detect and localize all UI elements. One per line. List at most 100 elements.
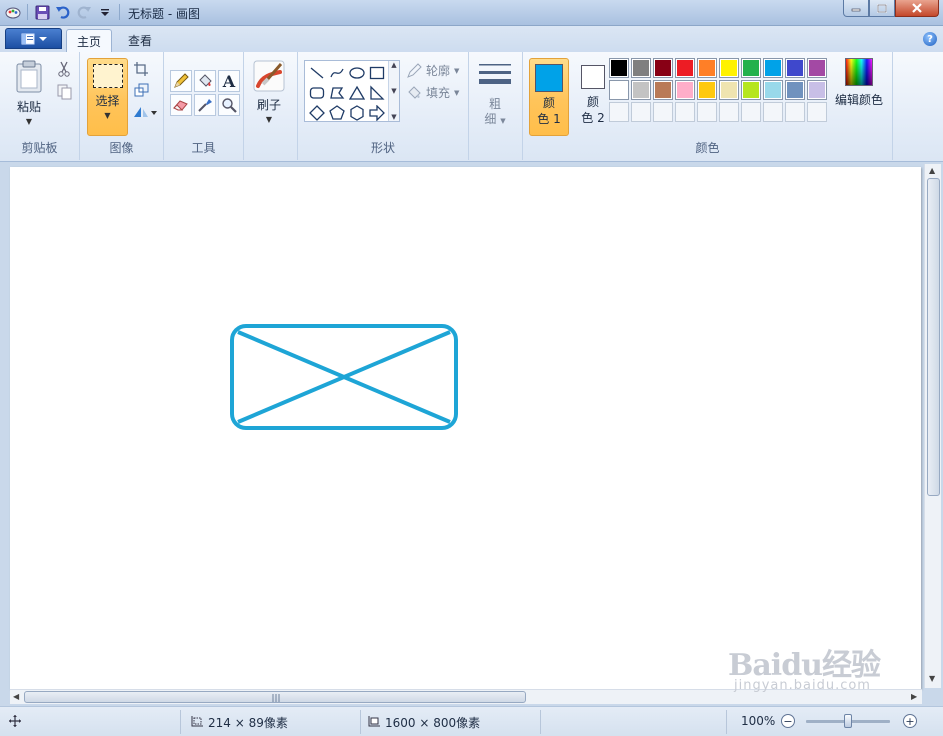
palette-custom-slot[interactable]	[763, 102, 783, 122]
zoom-in-button[interactable]: +	[903, 714, 917, 728]
drawing	[230, 324, 458, 430]
palette-color-swatch[interactable]	[609, 80, 629, 100]
size-button[interactable]: 粗 细 ▼	[478, 62, 512, 128]
arrow-shape-icon[interactable]	[367, 103, 387, 123]
diamond-shape-icon[interactable]	[307, 103, 327, 123]
palette-color-swatch[interactable]	[763, 58, 783, 78]
chevron-down-icon: ▼	[454, 88, 460, 97]
palette-color-swatch[interactable]	[631, 58, 651, 78]
drawing-canvas[interactable]	[10, 167, 921, 689]
palette-custom-slot[interactable]	[653, 102, 673, 122]
rectangle-shape-icon[interactable]	[367, 63, 387, 83]
maximize-button[interactable]	[869, 0, 895, 17]
palette-color-swatch[interactable]	[763, 80, 783, 100]
pentagon-shape-icon[interactable]	[327, 103, 347, 123]
palette-color-swatch[interactable]	[719, 58, 739, 78]
chevron-down-icon: ▼	[104, 111, 111, 120]
scroll-up-icon[interactable]: ▲	[929, 166, 935, 175]
close-button[interactable]	[895, 0, 939, 17]
zoom-out-button[interactable]: −	[781, 714, 795, 728]
cursor-position	[9, 715, 21, 727]
select-button[interactable]: 选择 ▼	[87, 58, 128, 136]
cut-icon[interactable]	[54, 59, 74, 79]
customize-qat-icon[interactable]	[96, 3, 114, 21]
color2-button[interactable]: 颜 色 2	[575, 58, 611, 136]
line-shape-icon[interactable]	[307, 63, 327, 83]
rotate-icon[interactable]	[131, 102, 159, 122]
undo-icon[interactable]	[54, 3, 72, 21]
text-tool-icon[interactable]: A	[218, 70, 240, 92]
scroll-right-icon[interactable]: ▶	[911, 692, 917, 701]
paste-button[interactable]: 粘贴 ▼	[14, 60, 44, 126]
paint-app-icon[interactable]	[4, 3, 22, 21]
palette-custom-slot[interactable]	[609, 102, 629, 122]
scroll-up-icon[interactable]: ▲	[391, 61, 396, 69]
tab-home[interactable]: 主页	[66, 29, 113, 52]
minimize-button[interactable]	[843, 0, 869, 17]
palette-color-swatch[interactable]	[785, 80, 805, 100]
palette-color-swatch[interactable]	[741, 58, 761, 78]
copy-icon[interactable]	[54, 82, 74, 102]
brushes-button[interactable]: 刷子 ▼	[253, 60, 285, 124]
palette-color-swatch[interactable]	[675, 58, 695, 78]
palette-color-swatch[interactable]	[653, 58, 673, 78]
chevron-down-icon	[38, 36, 47, 41]
scroll-down-icon[interactable]: ▼	[391, 87, 396, 95]
palette-color-swatch[interactable]	[785, 58, 805, 78]
shapes-gallery-scroll[interactable]: ▲ ▼ ▼	[388, 61, 399, 121]
fill-button[interactable]: 填充 ▼	[406, 84, 459, 101]
hexagon-shape-icon[interactable]	[347, 103, 367, 123]
eraser-icon[interactable]	[170, 94, 192, 116]
triangle-shape-icon[interactable]	[347, 83, 367, 103]
save-icon[interactable]	[33, 3, 51, 21]
palette-color-swatch[interactable]	[741, 80, 761, 100]
palette-color-swatch[interactable]	[807, 58, 827, 78]
scroll-left-icon[interactable]: ◀	[13, 692, 19, 701]
zoom-slider[interactable]	[806, 714, 890, 728]
pencil-icon[interactable]	[170, 70, 192, 92]
palette-color-swatch[interactable]	[719, 80, 739, 100]
workspace: ▲ ▼ ◀ ▶	[0, 163, 943, 706]
move-cursor-icon	[9, 715, 21, 727]
magnifier-icon[interactable]	[218, 94, 240, 116]
rounded-rectangle-shape-icon[interactable]	[307, 83, 327, 103]
oval-shape-icon[interactable]	[347, 63, 367, 83]
outline-button[interactable]: 轮廓 ▼	[406, 62, 459, 79]
zoom-slider-knob[interactable]	[844, 714, 852, 728]
crop-icon[interactable]	[131, 59, 151, 79]
palette-custom-slot[interactable]	[719, 102, 739, 122]
palette-custom-slot[interactable]	[807, 102, 827, 122]
clipboard-icon	[16, 60, 42, 93]
help-icon[interactable]: ?	[923, 32, 937, 46]
palette-color-swatch[interactable]	[697, 58, 717, 78]
palette-custom-slot[interactable]	[741, 102, 761, 122]
redo-icon[interactable]	[75, 3, 93, 21]
vertical-scrollbar[interactable]: ▲ ▼	[924, 164, 941, 688]
palette-custom-slot[interactable]	[631, 102, 651, 122]
gallery-expand-icon[interactable]: ▼	[391, 113, 396, 121]
line-width-icon	[479, 64, 511, 84]
palette-custom-slot[interactable]	[675, 102, 695, 122]
scroll-down-icon[interactable]: ▼	[929, 674, 935, 683]
palette-color-swatch[interactable]	[807, 80, 827, 100]
palette-color-swatch[interactable]	[609, 58, 629, 78]
color1-button[interactable]: 颜 色 1	[529, 58, 569, 136]
zoom-level: 100%	[741, 714, 776, 728]
curve-shape-icon[interactable]	[327, 63, 347, 83]
palette-color-swatch[interactable]	[653, 80, 673, 100]
tab-view[interactable]: 查看	[118, 29, 162, 52]
resize-icon[interactable]	[131, 80, 151, 100]
right-triangle-shape-icon[interactable]	[367, 83, 387, 103]
paint-menu-button[interactable]	[5, 28, 62, 49]
vertical-scroll-thumb[interactable]	[927, 178, 940, 496]
palette-color-swatch[interactable]	[631, 80, 651, 100]
fill-bucket-icon[interactable]	[194, 70, 216, 92]
palette-color-swatch[interactable]	[697, 80, 717, 100]
polygon-shape-icon[interactable]	[327, 83, 347, 103]
palette-custom-slot[interactable]	[697, 102, 717, 122]
edit-colors-button[interactable]: 编辑颜色	[834, 58, 884, 108]
palette-custom-slot[interactable]	[785, 102, 805, 122]
color-picker-icon[interactable]	[194, 94, 216, 116]
horizontal-scroll-thumb[interactable]	[24, 691, 526, 703]
palette-color-swatch[interactable]	[675, 80, 695, 100]
